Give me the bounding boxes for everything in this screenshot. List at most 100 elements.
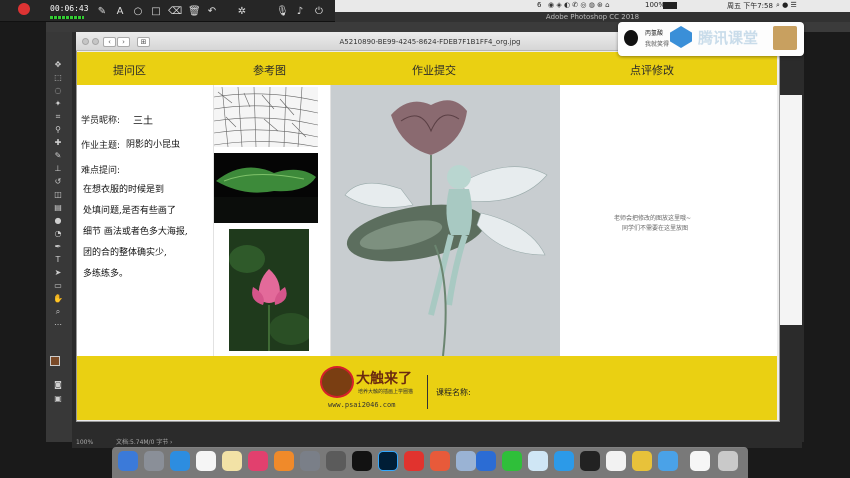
microphone-icon[interactable]: 🎙: [276, 6, 289, 18]
word-icon[interactable]: [476, 451, 496, 471]
undo-icon[interactable]: ↶: [206, 6, 218, 18]
close-button[interactable]: [82, 38, 89, 45]
foreground-color-swatch[interactable]: [50, 356, 60, 366]
notes-icon[interactable]: [222, 451, 242, 471]
netease-music-icon[interactable]: [404, 451, 424, 471]
qq-penguin-icon: [624, 30, 638, 46]
menubar-clock[interactable]: 周五 下午7:58: [727, 1, 773, 11]
topic-label: 作业主题:: [81, 141, 121, 151]
shape-tool-icon[interactable]: ▭: [53, 281, 63, 290]
grid-view-button[interactable]: ⊞: [137, 37, 150, 47]
music-icon[interactable]: [248, 451, 268, 471]
student-label: 学员昵称:: [81, 116, 121, 126]
gradient-tool-icon[interactable]: ▤: [53, 203, 63, 212]
settings-icon[interactable]: ✲: [236, 6, 248, 18]
screen-mode-icon[interactable]: ▣: [53, 394, 63, 403]
lasso-tool-icon[interactable]: ◌: [53, 86, 63, 95]
magic-wand-tool-icon[interactable]: ✦: [53, 99, 63, 108]
spotlight-icon[interactable]: ⌕ ● ☰: [776, 1, 797, 10]
lotus-flower-image: [229, 229, 309, 351]
blur-tool-icon[interactable]: ●: [53, 216, 63, 225]
square-icon[interactable]: □: [150, 6, 162, 18]
calendar-icon[interactable]: [196, 451, 216, 471]
move-tool-icon[interactable]: ✥: [53, 60, 63, 69]
feishu-icon[interactable]: [554, 451, 574, 471]
student-name: 三土: [133, 116, 153, 127]
launchpad-icon[interactable]: [144, 451, 164, 471]
type-tool-icon[interactable]: T: [53, 255, 63, 264]
text-icon[interactable]: A: [114, 6, 126, 18]
safari-icon[interactable]: [170, 451, 190, 471]
qq-notification[interactable]: 丙氢酸 我就笑得 腾讯课堂: [618, 22, 804, 56]
crop-tool-icon[interactable]: ⌗: [53, 112, 63, 121]
app-w-icon[interactable]: [606, 451, 626, 471]
app-badge: 6: [537, 1, 542, 9]
wechat-icon[interactable]: [502, 451, 522, 471]
battery-percent[interactable]: 100%: [645, 1, 665, 9]
tencent-classroom-dock-icon[interactable]: [658, 451, 678, 471]
difficulty-label: 难点提问:: [81, 166, 121, 176]
status-zoom[interactable]: 100%: [76, 438, 93, 448]
qq-contact-status: 我就笑得: [645, 41, 670, 48]
finder-icon[interactable]: [118, 451, 138, 471]
audio-level-meter: [50, 16, 84, 19]
submission-image: [331, 85, 560, 357]
trash-icon[interactable]: [718, 451, 738, 471]
podcast-icon[interactable]: [430, 451, 450, 471]
healing-tool-icon[interactable]: ✚: [53, 138, 63, 147]
photoshop-title: Adobe Photoshop CC 2018: [335, 12, 850, 22]
terminal-icon[interactable]: [580, 451, 600, 471]
header-reference: 参考图: [253, 64, 286, 77]
dodge-tool-icon[interactable]: ◔: [53, 229, 63, 238]
forward-button[interactable]: ›: [117, 37, 130, 47]
battery-icon: [663, 2, 677, 9]
eraser-tool-icon[interactable]: ◫: [53, 190, 63, 199]
menubar-status-icons[interactable]: ◉ ◈ ◐ ✆ ◎ ◍ ⊛ ⌂: [548, 1, 638, 9]
qq-icon[interactable]: [352, 451, 372, 471]
minimize-button[interactable]: [92, 38, 99, 45]
tencent-classroom-icon: [670, 26, 692, 48]
document-icon[interactable]: [690, 451, 710, 471]
window-title: A5210890-BE99-4245-8624-FDEB7F1B1FF4_org…: [339, 38, 521, 46]
brand-url: www.psai2046.com: [328, 401, 396, 409]
circle-icon[interactable]: ○: [132, 6, 144, 18]
photoshop-icon[interactable]: [378, 451, 398, 471]
pen-tool-icon[interactable]: ✒: [53, 242, 63, 251]
qq-avatar: [773, 26, 797, 50]
review-note-1: 老师会把修改的图放这里哦~: [614, 215, 692, 222]
trash-icon[interactable]: 🗑: [188, 6, 201, 18]
course-label: 课程名称:: [436, 388, 471, 397]
header-question-area: 提问区: [113, 64, 146, 77]
chrome-icon[interactable]: [632, 451, 652, 471]
path-selection-tool-icon[interactable]: ➤: [53, 268, 63, 277]
history-brush-tool-icon[interactable]: ↺: [53, 177, 63, 186]
app-icon[interactable]: [326, 451, 346, 471]
messages-icon[interactable]: [528, 451, 548, 471]
zoom-tool-icon[interactable]: ⌕: [53, 307, 63, 316]
question-text: 在想衣服的时候是到 处填问题,是否有些画了 细节 画法或者色多大海报, 团的合的…: [83, 185, 188, 279]
more-tools-icon[interactable]: ⋯: [53, 320, 63, 329]
wing-texture-image: [214, 87, 318, 147]
hand-tool-icon[interactable]: ✋: [53, 294, 63, 303]
quick-mask-icon[interactable]: ◙: [53, 380, 63, 389]
eraser-icon[interactable]: ⌫: [168, 6, 182, 18]
books-icon[interactable]: [274, 451, 294, 471]
brand-mascot-icon: [320, 366, 354, 398]
eyedropper-tool-icon[interactable]: ⚲: [53, 125, 63, 134]
marquee-tool-icon[interactable]: ⬚: [53, 73, 63, 82]
system-preferences-icon[interactable]: [300, 451, 320, 471]
image-viewer-icon[interactable]: [456, 451, 476, 471]
footer-divider: [427, 375, 428, 409]
lotus-leaf-reference: [214, 153, 318, 223]
recording-timer: 00:06:43: [50, 4, 89, 13]
wing-texture-reference: [214, 87, 318, 147]
stop-icon[interactable]: ⏻: [313, 6, 325, 18]
recorder-toolbar: 00:06:43 ✎ A ○ □ ⌫ 🗑 ↶ ✲ 🎙 ♪ ⏻: [0, 0, 335, 22]
back-button[interactable]: ‹: [103, 37, 116, 47]
pen-icon[interactable]: ✎: [96, 6, 108, 18]
volume-icon[interactable]: ♪: [294, 6, 306, 18]
brush-tool-icon[interactable]: ✎: [53, 151, 63, 160]
qq-banner-text: 腾讯课堂: [698, 29, 759, 47]
stamp-tool-icon[interactable]: ⊥: [53, 164, 63, 173]
brand-slogan: 培养大触的插画上学圈猫: [358, 389, 414, 395]
